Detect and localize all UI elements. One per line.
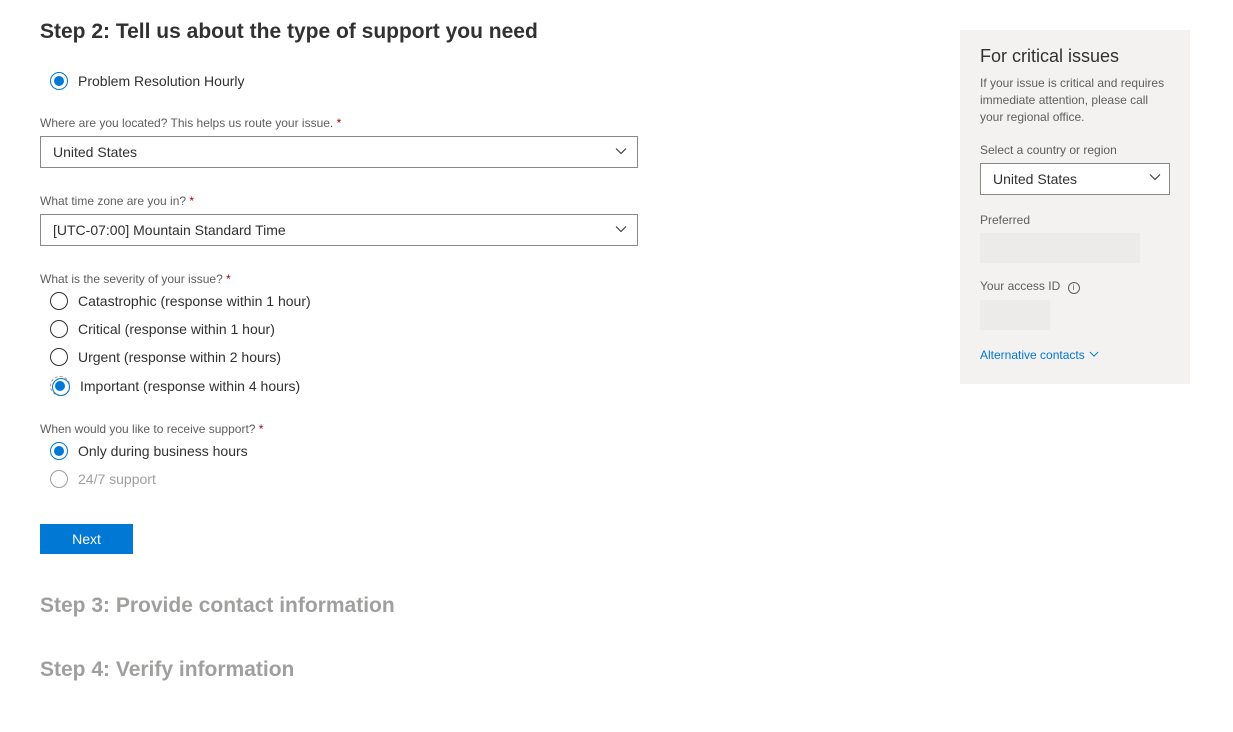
- info-icon[interactable]: i: [1068, 282, 1080, 294]
- location-dropdown[interactable]: United States: [40, 136, 638, 168]
- radio-support-business-label: Only during business hours: [78, 443, 248, 459]
- radio-selected-icon: [50, 72, 68, 90]
- radio-selected-icon: [50, 442, 68, 460]
- next-button[interactable]: Next: [40, 524, 133, 554]
- timezone-dropdown-value: [UTC-07:00] Mountain Standard Time: [53, 222, 286, 238]
- radio-unselected-icon: [50, 320, 68, 338]
- severity-field-label: What is the severity of your issue? *: [40, 272, 920, 286]
- supporttime-field-label: When would you like to receive support? …: [40, 422, 920, 436]
- step2-title: Step 2: Tell us about the type of suppor…: [40, 20, 920, 44]
- sidebar-region-label: Select a country or region: [980, 143, 1170, 157]
- radio-selected-focused-icon: [50, 376, 70, 396]
- sidebar-title: For critical issues: [980, 46, 1170, 67]
- step3-title: Step 3: Provide contact information: [40, 594, 920, 618]
- radio-disabled-icon: [50, 470, 68, 488]
- location-dropdown-value: United States: [53, 144, 137, 160]
- sidebar-region-value: United States: [993, 171, 1077, 187]
- radio-severity-important-label: Important (response within 4 hours): [80, 378, 300, 394]
- radio-severity-catastrophic[interactable]: Catastrophic (response within 1 hour): [50, 292, 920, 310]
- sidebar-access-id-input[interactable]: [980, 300, 1050, 330]
- radio-severity-critical[interactable]: Critical (response within 1 hour): [50, 320, 920, 338]
- radio-support-allday: 24/7 support: [50, 470, 920, 488]
- sidebar-access-id-label: Your access ID i: [980, 279, 1170, 294]
- timezone-dropdown[interactable]: [UTC-07:00] Mountain Standard Time: [40, 214, 638, 246]
- radio-severity-catastrophic-label: Catastrophic (response within 1 hour): [78, 293, 311, 309]
- critical-issues-sidebar: For critical issues If your issue is cri…: [960, 30, 1190, 384]
- step4-title: Step 4: Verify information: [40, 658, 920, 682]
- radio-plan-label: Problem Resolution Hourly: [78, 73, 245, 89]
- sidebar-preferred-input[interactable]: [980, 233, 1140, 263]
- radio-plan-hourly[interactable]: Problem Resolution Hourly: [50, 72, 920, 90]
- radio-severity-urgent-label: Urgent (response within 2 hours): [78, 349, 281, 365]
- location-field-label: Where are you located? This helps us rou…: [40, 116, 920, 130]
- chevron-down-icon: [615, 222, 627, 238]
- radio-support-allday-label: 24/7 support: [78, 471, 156, 487]
- timezone-field-label: What time zone are you in? *: [40, 194, 920, 208]
- chevron-down-icon: [615, 144, 627, 160]
- chevron-down-icon: [1149, 170, 1161, 188]
- sidebar-preferred-label: Preferred: [980, 213, 1170, 227]
- radio-severity-critical-label: Critical (response within 1 hour): [78, 321, 275, 337]
- radio-unselected-icon: [50, 292, 68, 310]
- alternative-contacts-link[interactable]: Alternative contacts: [980, 348, 1099, 362]
- radio-unselected-icon: [50, 348, 68, 366]
- radio-severity-urgent[interactable]: Urgent (response within 2 hours): [50, 348, 920, 366]
- radio-support-business[interactable]: Only during business hours: [50, 442, 920, 460]
- sidebar-description: If your issue is critical and requires i…: [980, 75, 1170, 125]
- sidebar-region-dropdown[interactable]: United States: [980, 163, 1170, 195]
- radio-severity-important[interactable]: Important (response within 4 hours): [50, 376, 920, 396]
- chevron-down-icon: [1089, 348, 1099, 362]
